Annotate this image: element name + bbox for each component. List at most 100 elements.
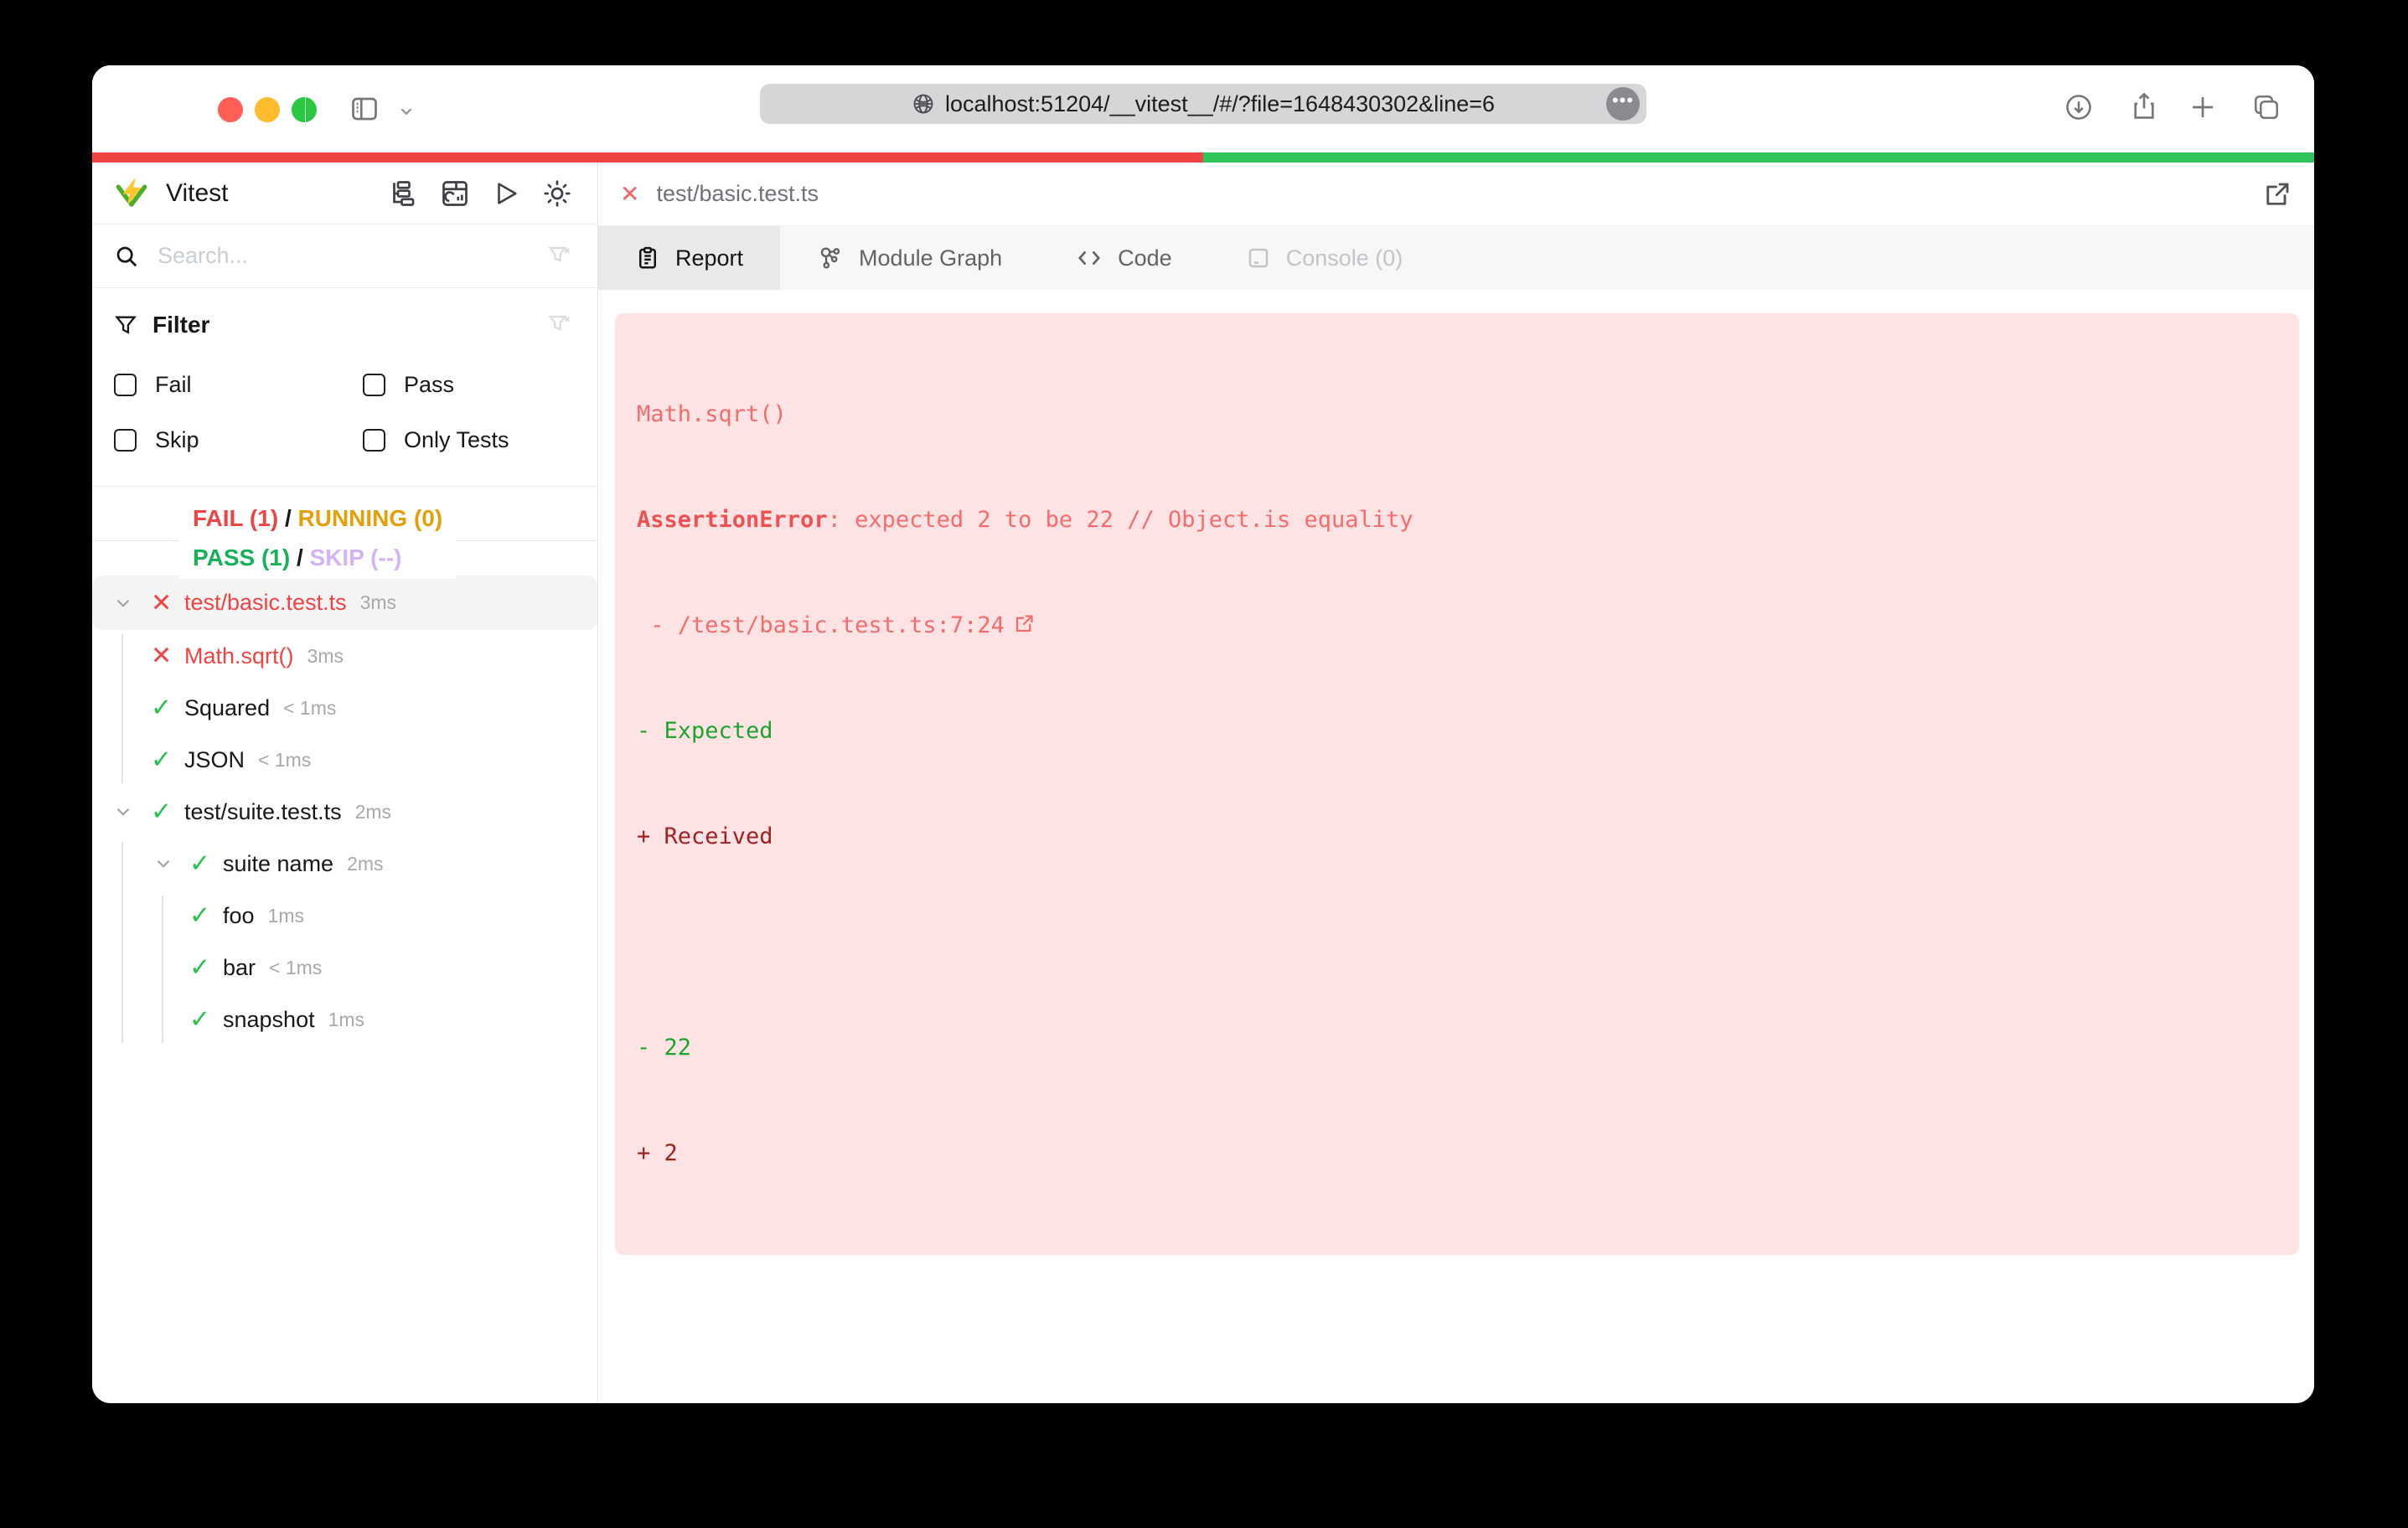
tree-row-foo[interactable]: ✓ foo 1ms (92, 890, 597, 942)
progress-fail-segment (92, 152, 1203, 163)
fail-label: Fail (155, 371, 192, 397)
filter-section: Filter Fail Pass Skip Only Tests (92, 288, 597, 467)
downloads-button[interactable] (2064, 92, 2094, 122)
test-file-label: test/basic.test.ts (184, 590, 347, 615)
main-panel: ✕ test/basic.test.ts Report Module Graph… (598, 163, 2314, 1403)
console-icon (1248, 248, 1268, 268)
browser-window: localhost:51204/__vitest__/#/?file=16484… (92, 65, 2314, 1403)
test-duration: 3ms (359, 591, 397, 613)
clear-filters-icon[interactable] (547, 312, 572, 338)
tree-row-snapshot[interactable]: ✓ snapshot 1ms (92, 994, 597, 1045)
open-file-name: test/basic.test.ts (656, 181, 819, 206)
file-tab-header: ✕ test/basic.test.ts (598, 163, 2314, 226)
chevron-down-icon[interactable] (397, 102, 416, 121)
report-icon (639, 246, 656, 269)
filter-option-fail[interactable]: Fail (114, 357, 363, 412)
tab-code-label: Code (1118, 245, 1172, 271)
tab-report-label: Report (675, 245, 744, 271)
skip-checkbox[interactable] (114, 428, 137, 452)
test-label: Math.sqrt() (184, 643, 294, 668)
ellipsis-icon: ••• (1611, 90, 1635, 111)
share-button[interactable] (2128, 90, 2160, 122)
pass-checkbox[interactable] (363, 373, 385, 396)
summary-line-1: FAIL (1) / RUNNING (0) (193, 505, 443, 531)
filter-icon (115, 316, 137, 334)
tree-row-suite-test-file[interactable]: ✓ test/suite.test.ts 2ms (92, 786, 597, 838)
tab-report[interactable]: Report (598, 226, 781, 290)
chevron-down-icon[interactable] (112, 592, 134, 614)
tree-row-json[interactable]: ✓ JSON < 1ms (92, 734, 597, 786)
diff-expected-value: - 22 (637, 1035, 692, 1061)
tab-code[interactable]: Code (1039, 226, 1209, 290)
test-tree: ✕ test/basic.test.ts 3ms ✕ Math.sqrt() 3… (92, 576, 597, 1045)
only-tests-checkbox[interactable] (363, 428, 385, 452)
search-row (92, 225, 597, 288)
tab-module-graph[interactable]: Module Graph (780, 226, 1039, 290)
only-tests-label: Only Tests (404, 426, 509, 452)
pass-icon: ✓ (151, 798, 173, 826)
test-label: Squared (184, 694, 271, 720)
assertion-error-line: AssertionError: expected 2 to be 22 // O… (637, 507, 1413, 533)
sidebar-toggle-icon[interactable] (349, 94, 380, 124)
test-duration: < 1ms (258, 748, 312, 771)
close-file-icon[interactable]: ✕ (620, 180, 639, 208)
tree-row-bar[interactable]: ✓ bar < 1ms (92, 942, 597, 994)
skip-label: Skip (155, 426, 199, 452)
chevron-down-icon[interactable] (112, 801, 134, 823)
address-bar[interactable]: localhost:51204/__vitest__/#/?file=16484… (760, 84, 1646, 124)
open-external-icon[interactable] (2262, 179, 2292, 209)
clear-search-filter-icon[interactable] (547, 244, 572, 269)
theme-toggle-icon[interactable] (542, 178, 572, 209)
diff-received-value: + 2 (637, 1140, 678, 1166)
page-settings-button[interactable]: ••• (1606, 87, 1640, 121)
pass-label: Pass (404, 371, 455, 397)
summary-line-2: PASS (1) / SKIP (--) (193, 545, 402, 570)
test-duration: 2ms (347, 852, 384, 875)
tree-row-squared[interactable]: ✓ Squared < 1ms (92, 682, 597, 734)
pass-icon: ✓ (189, 953, 211, 982)
tab-console[interactable]: Console (0) (1209, 226, 1440, 290)
tree-row-suite-name[interactable]: ✓ suite name 2ms (92, 838, 597, 890)
pass-icon: ✓ (189, 901, 211, 930)
toolbar-divider (305, 96, 306, 124)
sidebar: Vitest Search... Filter Fail Pass Skip O… (92, 163, 598, 1403)
test-summary: FAIL (1) / RUNNING (0) PASS (1) / SKIP (… (92, 486, 597, 579)
search-input[interactable] (158, 243, 547, 269)
filter-option-pass[interactable]: Pass (363, 357, 572, 412)
pass-icon: ✓ (151, 694, 173, 722)
zoom-window-button[interactable] (292, 97, 317, 122)
test-progress-bar (92, 152, 2314, 163)
filter-option-skip[interactable]: Skip (114, 412, 363, 467)
test-label: foo (223, 902, 255, 928)
tab-module-graph-label: Module Graph (859, 245, 1003, 271)
close-window-button[interactable] (218, 97, 243, 122)
test-duration: 1ms (267, 904, 304, 927)
stack-location-link[interactable]: /test/basic.test.ts:7:24 (678, 612, 1005, 638)
run-all-icon[interactable] (492, 179, 520, 208)
pass-icon: ✓ (151, 746, 173, 774)
tree-view-icon[interactable] (388, 178, 418, 209)
dashboard-icon[interactable] (440, 178, 470, 209)
fail-checkbox[interactable] (114, 373, 137, 396)
filter-title: Filter (152, 312, 210, 338)
search-icon (116, 246, 137, 266)
diff-received-label: + Received (637, 823, 773, 849)
test-duration: < 1ms (269, 956, 323, 978)
chevron-down-icon[interactable] (152, 853, 174, 875)
tree-row-basic-test-file[interactable]: ✕ test/basic.test.ts 3ms (92, 576, 597, 630)
minimize-window-button[interactable] (255, 97, 280, 122)
test-label: bar (223, 954, 256, 980)
view-tabs: Report Module Graph Code Console (0) (598, 226, 2314, 290)
tree-row-math-sqrt[interactable]: ✕ Math.sqrt() 3ms (92, 630, 597, 682)
filter-option-only-tests[interactable]: Only Tests (363, 412, 572, 467)
module-graph-icon (820, 247, 840, 269)
app-title: Vitest (166, 178, 229, 207)
test-label: snapshot (223, 1006, 315, 1032)
sidebar-header: Vitest (92, 163, 597, 225)
new-tab-button[interactable] (2188, 92, 2218, 122)
open-in-editor-icon[interactable] (1013, 612, 1036, 635)
tab-overview-button[interactable] (2251, 92, 2281, 122)
fail-icon: ✕ (151, 642, 173, 670)
code-icon (1078, 251, 1100, 265)
url-text: localhost:51204/__vitest__/#/?file=16484… (944, 90, 1496, 116)
